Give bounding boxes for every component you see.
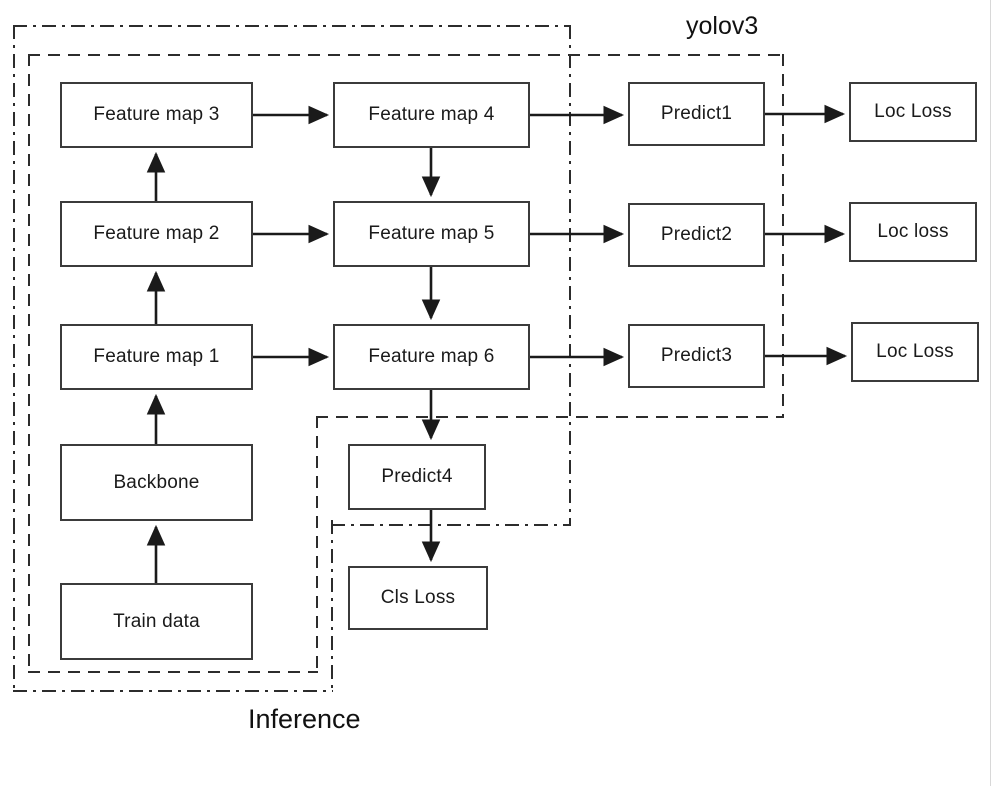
node-predict4[interactable]: Predict4 <box>348 444 486 510</box>
label-yolov3: yolov3 <box>686 12 759 40</box>
page-edge-rule <box>990 0 991 786</box>
region-yolov3-left <box>28 54 30 674</box>
node-label: Train data <box>113 610 200 632</box>
node-feature-map-5[interactable]: Feature map 5 <box>333 201 530 267</box>
node-loc-loss-2[interactable]: Loc loss <box>849 202 977 262</box>
node-label: Loc Loss <box>876 341 954 362</box>
region-yolov3-right <box>782 54 784 418</box>
node-label: Loc Loss <box>874 101 952 122</box>
node-feature-map-3[interactable]: Feature map 3 <box>60 82 253 148</box>
node-loc-loss-3[interactable]: Loc Loss <box>851 322 979 382</box>
node-label: Backbone <box>113 471 200 493</box>
node-train-data[interactable]: Train data <box>60 583 253 660</box>
node-label: Predict2 <box>660 224 733 245</box>
node-label: Feature map 5 <box>368 223 495 244</box>
node-feature-map-1[interactable]: Feature map 1 <box>60 324 253 390</box>
node-feature-map-4[interactable]: Feature map 4 <box>333 82 530 148</box>
node-label: Feature map 4 <box>368 104 495 125</box>
node-loc-loss-1[interactable]: Loc Loss <box>849 82 977 142</box>
node-cls-loss[interactable]: Cls Loss <box>348 566 488 630</box>
node-label: Predict4 <box>381 466 453 487</box>
region-yolov3-top <box>28 54 784 56</box>
region-yolov3-right-lower <box>316 416 318 673</box>
region-inference-left-lower <box>13 520 15 692</box>
node-label: Cls Loss <box>380 587 456 608</box>
region-inference-bottom <box>13 690 333 692</box>
node-label: Feature map 1 <box>93 346 220 367</box>
node-feature-map-2[interactable]: Feature map 2 <box>60 201 253 267</box>
node-label: Feature map 6 <box>368 346 495 367</box>
node-predict3[interactable]: Predict3 <box>628 324 765 388</box>
node-label: Predict3 <box>660 345 733 366</box>
region-inference-step-bottom <box>331 524 571 526</box>
node-label: Feature map 2 <box>93 223 220 244</box>
region-inference-right-lower <box>331 520 333 692</box>
node-label: Loc loss <box>877 221 949 242</box>
node-label: Feature map 3 <box>93 104 220 125</box>
diagram-canvas: Feature map 3 Feature map 2 Feature map … <box>0 0 1000 786</box>
node-predict2[interactable]: Predict2 <box>628 203 765 267</box>
region-yolov3-bottom <box>28 671 318 673</box>
node-feature-map-6[interactable]: Feature map 6 <box>333 324 530 390</box>
node-predict1[interactable]: Predict1 <box>628 82 765 146</box>
node-backbone[interactable]: Backbone <box>60 444 253 521</box>
region-yolov3-bottom-right <box>316 416 784 418</box>
label-inference: Inference <box>248 704 361 734</box>
node-label: Predict1 <box>660 103 733 124</box>
